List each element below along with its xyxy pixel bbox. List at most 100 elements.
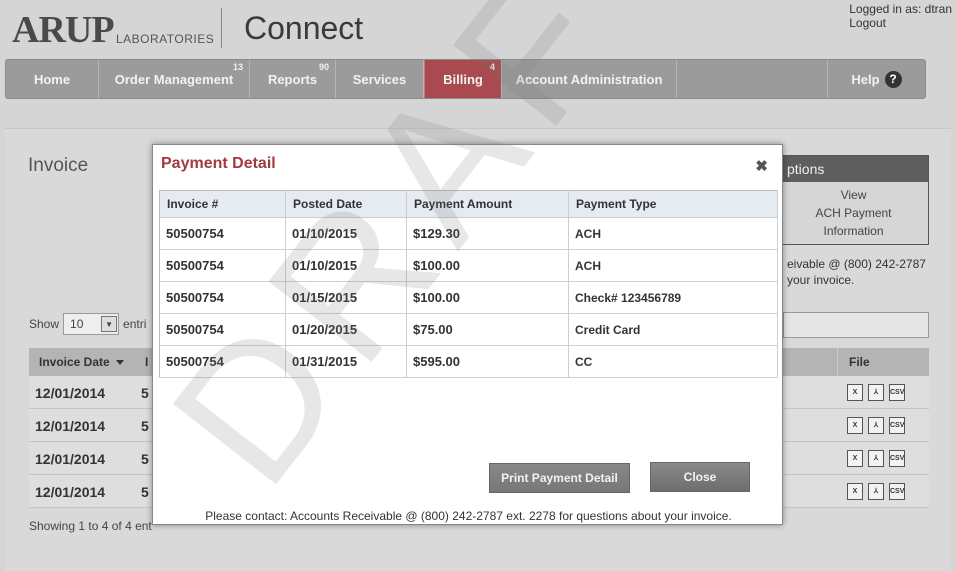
- nav-order-management[interactable]: Order Management 13: [99, 60, 250, 98]
- cell-type: ACH: [568, 249, 778, 282]
- options-header: ptions: [769, 156, 928, 182]
- file-icons: X ⅄ CSV: [847, 384, 905, 401]
- row-date: 12/01/2014: [35, 385, 106, 401]
- arup-logo[interactable]: ARUP LABORATORIES: [12, 8, 215, 54]
- cell-invoice: 50500754: [159, 217, 286, 250]
- nav-home[interactable]: Home: [6, 60, 99, 98]
- nav-badge: 13: [232, 62, 243, 72]
- cell-amount: $75.00: [406, 313, 569, 346]
- csv-icon[interactable]: CSV: [889, 450, 905, 467]
- col-invoice-num[interactable]: I: [145, 355, 148, 369]
- cell-invoice: 50500754: [159, 249, 286, 282]
- file-icons: X ⅄ CSV: [847, 483, 905, 500]
- contact-line-1: eivable @ (800) 242-2787: [787, 257, 926, 271]
- chevron-down-icon: ▼: [101, 316, 118, 332]
- nav-account-administration-label: Account Administration: [515, 71, 663, 87]
- cell-invoice: 50500754: [159, 345, 286, 378]
- nav-reports-label: Reports: [267, 71, 318, 87]
- cell-date: 01/10/2015: [285, 217, 407, 250]
- csv-icon[interactable]: CSV: [889, 417, 905, 434]
- nav-account-administration[interactable]: Account Administration: [502, 60, 677, 98]
- excel-icon[interactable]: X: [847, 384, 863, 401]
- sort-desc-icon: [115, 360, 124, 366]
- nav-billing[interactable]: Billing 4: [424, 60, 502, 98]
- nav-reports[interactable]: Reports 90: [250, 60, 336, 98]
- cell-date: 01/10/2015: [285, 249, 407, 282]
- logo-subtext: LABORATORIES: [116, 32, 215, 46]
- close-button[interactable]: Close: [650, 462, 750, 492]
- table-row: 50500754 01/20/2015 $75.00 Credit Card: [159, 313, 778, 346]
- show-label: Show: [29, 317, 60, 331]
- col-invoice-number: Invoice #: [159, 190, 286, 218]
- page-title: Invoice: [28, 155, 89, 176]
- nav-home-label: Home: [33, 71, 71, 87]
- search-input[interactable]: [783, 312, 929, 338]
- nav-help[interactable]: Help ?: [828, 60, 925, 98]
- contact-line-2: your invoice.: [787, 273, 855, 287]
- cell-type: CC: [568, 345, 778, 378]
- show-suffix: entri: [123, 317, 147, 331]
- nav-services[interactable]: Services: [336, 60, 424, 98]
- row-date: 12/01/2014: [35, 484, 106, 500]
- file-icons: X ⅄ CSV: [847, 417, 905, 434]
- app-title: Connect: [244, 10, 364, 46]
- column-divider: [837, 348, 838, 376]
- col-invoice-date[interactable]: Invoice Date: [39, 355, 124, 369]
- cell-amount: $129.30: [406, 217, 569, 250]
- row-invoice: 5: [141, 385, 149, 401]
- csv-icon[interactable]: CSV: [889, 384, 905, 401]
- options-link-view[interactable]: View: [779, 186, 928, 204]
- header: ARUP LABORATORIES Connect Logged in as: …: [0, 0, 956, 58]
- excel-icon[interactable]: X: [847, 450, 863, 467]
- main-nav: Home Order Management 13 Reports 90 Serv…: [5, 59, 926, 99]
- table-row: 50500754 01/15/2015 $100.00 Check# 12345…: [159, 281, 778, 314]
- logo-text: ARUP: [12, 9, 115, 51]
- cell-date: 01/31/2015: [285, 345, 407, 378]
- pdf-icon[interactable]: ⅄: [868, 450, 884, 467]
- csv-icon[interactable]: CSV: [889, 483, 905, 500]
- pdf-icon[interactable]: ⅄: [868, 417, 884, 434]
- options-box: ptions View ACH Payment Information: [768, 155, 929, 245]
- entries-select[interactable]: 10 ▼: [63, 313, 120, 335]
- col-posted-date: Posted Date: [285, 190, 407, 218]
- cell-date: 01/15/2015: [285, 281, 407, 314]
- file-icons: X ⅄ CSV: [847, 450, 905, 467]
- pdf-icon[interactable]: ⅄: [868, 384, 884, 401]
- row-invoice: 5: [141, 484, 149, 500]
- col-file: File: [849, 355, 870, 369]
- cell-type: Check# 123456789: [568, 281, 778, 314]
- row-date: 12/01/2014: [35, 418, 106, 434]
- row-invoice: 5: [141, 418, 149, 434]
- excel-icon[interactable]: X: [847, 483, 863, 500]
- login-info: Logged in as: dtran Logout: [849, 2, 952, 30]
- nav-services-label: Services: [352, 71, 407, 87]
- cell-type: Credit Card: [568, 313, 778, 346]
- cell-type: ACH: [568, 217, 778, 250]
- print-payment-detail-button[interactable]: Print Payment Detail: [489, 463, 630, 493]
- payment-table: Invoice # Posted Date Payment Amount Pay…: [159, 190, 778, 378]
- options-link-information[interactable]: Information: [779, 222, 928, 240]
- cell-invoice: 50500754: [159, 313, 286, 346]
- cell-date: 01/20/2015: [285, 313, 407, 346]
- cell-amount: $100.00: [406, 249, 569, 282]
- entries-select-value: 10: [70, 317, 84, 331]
- help-icon: ?: [884, 70, 902, 88]
- col-payment-type: Payment Type: [568, 190, 778, 218]
- background-contact-text: eivable @ (800) 242-2787 your invoice.: [787, 256, 926, 288]
- excel-icon[interactable]: X: [847, 417, 863, 434]
- options-link-ach[interactable]: ACH Payment: [779, 204, 928, 222]
- table-row: 50500754 01/10/2015 $129.30 ACH: [159, 217, 778, 250]
- nav-badge: 4: [489, 62, 495, 72]
- cell-amount: $100.00: [406, 281, 569, 314]
- pdf-icon[interactable]: ⅄: [868, 483, 884, 500]
- nav-badge: 90: [318, 62, 329, 72]
- showing-count: Showing 1 to 4 of 4 ent: [29, 519, 152, 533]
- modal-contact-text: Please contact: Accounts Receivable @ (8…: [205, 509, 732, 523]
- modal-title: Payment Detail: [161, 155, 276, 172]
- close-icon[interactable]: ✖: [755, 157, 768, 175]
- logout-link[interactable]: Logout: [849, 16, 952, 30]
- col-payment-amount: Payment Amount: [406, 190, 569, 218]
- table-row: 50500754 01/10/2015 $100.00 ACH: [159, 249, 778, 282]
- nav-order-management-label: Order Management: [114, 71, 234, 87]
- logo-divider: [221, 8, 222, 48]
